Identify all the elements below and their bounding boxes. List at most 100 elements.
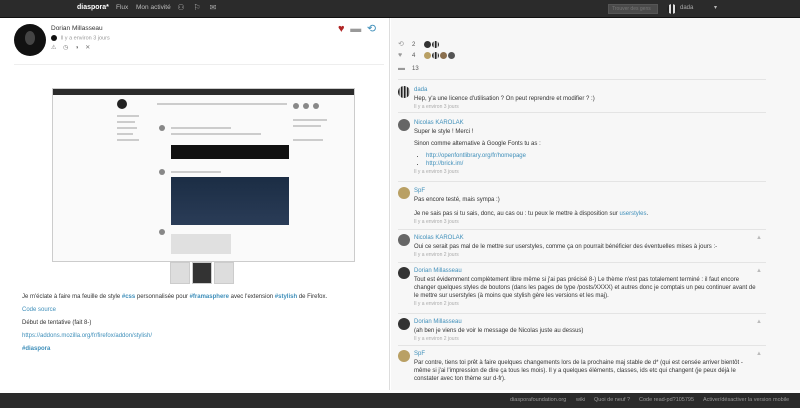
list-item: http://brick.im/	[426, 160, 759, 168]
image-thumbnails	[170, 262, 234, 284]
search-input[interactable]	[608, 4, 658, 14]
user-avatar[interactable]	[667, 4, 677, 14]
comment-link[interactable]: http://brick.im/	[426, 161, 463, 167]
comments-count[interactable]: 13	[412, 66, 422, 72]
comment-avatar[interactable]	[398, 119, 410, 131]
user-menu-chevron-icon[interactable]: ▾	[714, 4, 717, 11]
comment-time[interactable]: Il y a environ 3 jours	[414, 218, 759, 226]
divider	[398, 262, 766, 263]
post-timestamp[interactable]: Il y a environ 3 jours	[61, 35, 110, 41]
screenshot-line	[117, 127, 137, 129]
divider	[14, 64, 384, 65]
tag-link[interactable]: #css	[122, 294, 135, 300]
comment-author[interactable]: dada	[414, 86, 427, 94]
thumbnail[interactable]	[192, 262, 212, 284]
comment-avatar[interactable]	[398, 267, 410, 279]
thumbnail[interactable]	[214, 262, 234, 284]
like-avatar[interactable]	[423, 52, 431, 59]
reshare-avatar[interactable]	[431, 40, 439, 48]
comment-text: Pas encore testé, mais sympa :)	[414, 197, 500, 203]
post-actions: ♥ ▬ ⟲	[338, 22, 380, 35]
tag-link[interactable]: #diaspora	[22, 346, 50, 352]
notifications-icon[interactable]: ⚐	[192, 3, 202, 13]
source-code-link[interactable]: Code source	[22, 307, 56, 313]
like-heart-icon[interactable]: ♥	[338, 23, 345, 35]
comment-time[interactable]: Il y a environ 3 jours	[414, 168, 759, 176]
like-avatar[interactable]	[447, 52, 455, 59]
comment-author[interactable]: SpF	[414, 350, 425, 358]
nav-stream[interactable]: Flux	[116, 4, 128, 11]
close-icon[interactable]: ✕	[85, 45, 90, 51]
comment-author[interactable]: SpF	[414, 187, 425, 195]
comment-time[interactable]: Il y a environ 2 jours	[414, 300, 759, 308]
footer-code-link[interactable]: Code read-pd?105795	[639, 397, 694, 403]
comment-avatar[interactable]	[398, 318, 410, 330]
divider	[398, 345, 766, 346]
comment-text: .	[646, 211, 649, 217]
comment-icon[interactable]: ▬	[350, 23, 361, 35]
comment-text: Je ne sais pas si tu sais, donc, au cas …	[414, 210, 759, 218]
post-tools: ⚠ ◷ ◑ ✕	[51, 44, 95, 51]
screenshot-line	[293, 139, 323, 141]
comment-time[interactable]: Il y a environ 2 jours	[414, 335, 759, 343]
post-text: avec l'extension	[228, 294, 275, 300]
top-header: diaspora* Flux Mon activité ⚇ ⚐ ✉ dada ▾	[0, 0, 800, 18]
comment-avatar[interactable]	[398, 234, 410, 246]
screenshot-line	[171, 127, 231, 129]
screenshot-line	[293, 125, 321, 127]
delete-icon[interactable]: ▲	[756, 267, 762, 275]
delete-icon[interactable]: ▲	[756, 234, 762, 242]
screenshot-avatar	[313, 103, 319, 109]
messages-icon[interactable]: ✉	[208, 3, 218, 13]
comment-avatar[interactable]	[398, 350, 410, 362]
warning-icon[interactable]: ⚠	[51, 45, 56, 51]
brand-logo[interactable]: diaspora*	[77, 4, 109, 11]
screenshot-line	[171, 133, 261, 135]
post-author-name[interactable]: Dorian Millasseau	[51, 25, 103, 32]
comment-author[interactable]: Dorian Millasseau	[414, 267, 462, 275]
comment-time[interactable]: Il y a environ 3 jours	[414, 103, 759, 111]
likes-row: ♥ 4	[398, 52, 456, 62]
comment-time[interactable]: Il y a environ 2 jours	[414, 251, 759, 259]
tag-link[interactable]: #framasphere	[190, 294, 229, 300]
screenshot-avatar	[159, 125, 165, 131]
thumbnail[interactable]	[170, 262, 190, 284]
comment-author[interactable]: Nicolas KAROLAK	[414, 234, 464, 242]
reshare-icon[interactable]: ⟲	[367, 22, 376, 35]
delete-icon[interactable]: ▲	[756, 318, 762, 326]
author-avatar[interactable]	[14, 24, 46, 56]
screenshot-dark-block	[171, 145, 289, 159]
footer-site-link[interactable]: diasporafoundation.org	[510, 397, 566, 403]
userstyles-link[interactable]: userstyles	[619, 211, 646, 217]
contacts-icon[interactable]: ⚇	[176, 3, 186, 13]
tag-link[interactable]: #stylish	[275, 294, 297, 300]
reshares-count[interactable]: 2	[412, 42, 422, 48]
comment-link[interactable]: http://openfontlibrary.org/fr/homepage	[426, 153, 526, 159]
comment-text: Je ne sais pas si tu sais, donc, au cas …	[414, 211, 620, 217]
screenshot-line	[117, 133, 133, 135]
like-avatar[interactable]	[431, 52, 439, 59]
divider	[398, 112, 766, 113]
divider	[398, 229, 766, 230]
likes-count[interactable]: 4	[412, 53, 422, 59]
delete-icon[interactable]: ▲	[756, 350, 762, 358]
reshare-avatar[interactable]	[423, 40, 431, 48]
screenshot-line	[293, 119, 327, 121]
settings-icon[interactable]: ◑	[75, 45, 79, 51]
nav-my-activity[interactable]: Mon activité	[136, 4, 171, 11]
footer-mobile-toggle[interactable]: Activer/désactiver la version mobile	[703, 397, 789, 403]
comment-avatar[interactable]	[398, 86, 410, 98]
like-avatar[interactable]	[439, 52, 447, 59]
post-image-screenshot[interactable]	[52, 88, 355, 262]
comment-author[interactable]: Nicolas KAROLAK	[414, 119, 464, 127]
screenshot-line	[171, 171, 221, 173]
user-name[interactable]: dada	[680, 5, 693, 11]
addon-link[interactable]: https://addons.mozilla.org/fr/firefox/ad…	[22, 333, 152, 339]
clock-icon[interactable]: ◷	[63, 45, 68, 51]
comment-avatar[interactable]	[398, 187, 410, 199]
comment-author[interactable]: Dorian Millasseau	[414, 318, 462, 326]
screenshot-line	[157, 103, 287, 105]
screenshot-avatar	[117, 99, 127, 109]
footer-wiki-link[interactable]: wiki	[576, 397, 585, 403]
footer-whats-new-link[interactable]: Quoi de neuf ?	[594, 397, 630, 403]
